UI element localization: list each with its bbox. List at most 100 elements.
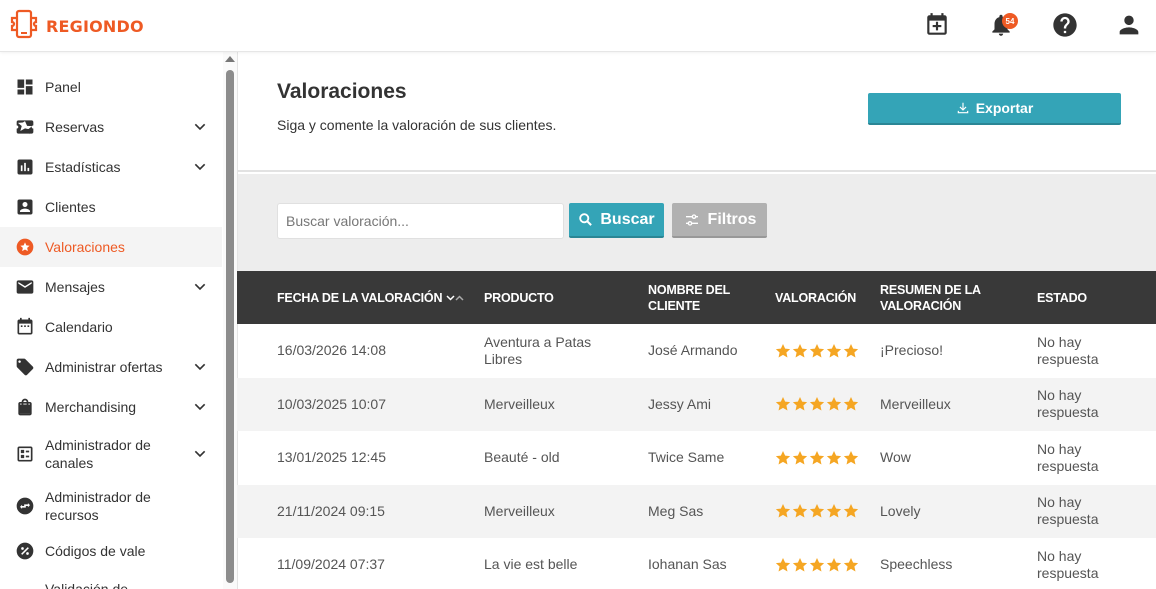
cell-cliente: Jessy Ami	[648, 395, 712, 412]
sidebar-item-administrador-de-canales[interactable]: Administrador de canales	[0, 427, 222, 481]
star-circle-icon	[15, 237, 35, 257]
table-row[interactable]: 13/01/2025 12:45 Beauté - old Twice Same Wo…	[237, 431, 1156, 484]
cell-producto: Merveilleux	[484, 502, 555, 519]
cell-valoracion	[775, 324, 875, 377]
star-icon	[792, 397, 808, 411]
sidebar-item-calendario[interactable]: Calendario	[0, 307, 222, 347]
shopping-bag-icon	[15, 397, 35, 417]
sidebar-item-label: Códigos de vale	[45, 543, 146, 559]
cell-producto: Beauté - old	[484, 449, 560, 465]
sidebar-item-label: Administrador de recursos	[45, 489, 151, 523]
star-icon	[775, 397, 791, 411]
chevron-down-icon[interactable]	[191, 445, 209, 463]
person-box-icon	[15, 197, 35, 217]
table-row[interactable]: 21/11/2024 09:15 Merveilleux Meg Sas Lovely…	[237, 484, 1156, 538]
sidebar-item-label: Merchandising	[45, 399, 137, 415]
star-icon	[843, 397, 859, 411]
sidebar-item-valoraciones[interactable]: Valoraciones	[0, 227, 222, 267]
star-icon	[809, 504, 825, 518]
sidebar-item-codigos-de-vale[interactable]: Códigos de vale	[0, 531, 222, 571]
sliders-icon	[683, 212, 701, 228]
cell-resumen: Merveilleux	[880, 395, 951, 412]
page-header: Valoraciones Siga y comente la valoració…	[238, 52, 1156, 172]
star-icon	[792, 504, 808, 518]
calendar-plus-icon[interactable]	[922, 10, 952, 40]
sidebar-item-reservas[interactable]: Reservas	[0, 107, 222, 147]
scroll-up-arrow-icon[interactable]	[225, 56, 235, 62]
sidebar-item-label: Administrador de canales	[45, 437, 151, 471]
star-icon	[792, 557, 808, 571]
tag-icon	[15, 357, 35, 377]
rating-stars	[775, 450, 859, 466]
notification-badge: 54	[1002, 13, 1018, 29]
star-icon	[792, 343, 808, 357]
cell-producto: La vie est belle	[484, 556, 578, 572]
star-icon	[826, 557, 842, 571]
column-resumen: Resumen de la valoración	[880, 282, 981, 313]
sidebar-item-administrador-de-recursos[interactable]: Administrador de recursos	[0, 481, 222, 531]
search-button[interactable]: Buscar	[569, 203, 664, 238]
sidebar-item-merchandising[interactable]: Merchandising	[0, 387, 222, 427]
cell-producto: Aventura a Patas Libres	[484, 333, 592, 367]
sidebar-scroll-thumb[interactable]	[226, 70, 234, 583]
sort-icon[interactable]	[446, 293, 466, 303]
star-icon	[826, 504, 842, 518]
column-fecha[interactable]: Fecha de la valoración	[277, 271, 477, 324]
sidebar-item-estadisticas[interactable]: Estadísticas	[0, 147, 222, 187]
sidebar-item-clientes[interactable]: Clientes	[0, 187, 222, 227]
table-row[interactable]: 16/03/2026 14:08 Aventura a Patas Libres J…	[237, 324, 1156, 377]
ticket-star-icon	[15, 117, 35, 137]
export-label: Exportar	[975, 100, 1034, 116]
sidebar-item-label: Calendario	[45, 319, 113, 335]
sidebar-item-administrar-ofertas[interactable]: Administrar ofertas	[0, 347, 222, 387]
chevron-down-icon[interactable]	[191, 158, 209, 176]
star-icon	[843, 504, 859, 518]
filters-button[interactable]: Filtros	[672, 203, 767, 238]
sidebar-item-label: Clientes	[45, 199, 96, 215]
dashboard-icon	[15, 77, 35, 97]
brand-name: REGIONDO	[46, 17, 144, 36]
cell-producto: Merveilleux	[484, 395, 555, 412]
user-icon[interactable]	[1114, 10, 1144, 40]
download-icon	[956, 101, 970, 115]
star-icon	[775, 504, 791, 518]
search-input[interactable]	[277, 203, 564, 239]
star-icon	[775, 343, 791, 357]
chevron-down-icon[interactable]	[191, 358, 209, 376]
cell-cliente: Iohanan Sas	[648, 556, 727, 572]
help-icon[interactable]	[1050, 10, 1080, 40]
bell-icon[interactable]: 54	[986, 10, 1018, 40]
sidebar-item-validacion[interactable]: Validación de	[0, 574, 222, 589]
cell-resumen: Lovely	[880, 502, 921, 519]
sidebar-item-label: Panel	[45, 79, 81, 95]
star-icon	[809, 557, 825, 571]
star-icon	[775, 450, 791, 464]
cell-estado: No hay respuesta	[1037, 387, 1099, 420]
table-row[interactable]: 11/09/2024 07:37 La vie est belle Iohanan …	[237, 538, 1156, 589]
sidebar-item-label: Administrar ofertas	[45, 359, 163, 375]
search-button-label: Buscar	[600, 210, 655, 228]
cell-estado: No hay respuesta	[1037, 333, 1099, 367]
page-subtitle: Siga y comente la valoración de sus clie…	[277, 117, 557, 133]
chevron-down-icon[interactable]	[191, 118, 209, 136]
sidebar-item-label: Estadísticas	[45, 159, 121, 175]
page-title: Valoraciones	[277, 80, 407, 103]
column-producto: Producto	[484, 290, 554, 305]
chevron-down-icon[interactable]	[191, 278, 209, 296]
star-icon	[826, 397, 842, 411]
cell-fecha: 21/11/2024 09:15	[277, 502, 385, 519]
export-button[interactable]: Exportar	[868, 93, 1121, 125]
table-row[interactable]: 10/03/2025 10:07 Merveilleux Jessy Ami Merv…	[237, 377, 1156, 431]
chevron-down-icon[interactable]	[191, 398, 209, 416]
sidebar-item-mensajes[interactable]: Mensajes	[0, 267, 222, 307]
channels-icon	[15, 444, 35, 464]
cell-valoracion	[775, 431, 875, 484]
cell-valoracion	[775, 485, 875, 538]
rating-stars	[775, 503, 859, 519]
rating-stars	[775, 343, 859, 359]
sidebar-item-panel[interactable]: Panel	[0, 67, 222, 107]
logo[interactable]: REGIONDO	[8, 8, 144, 45]
envelope-icon	[15, 277, 35, 297]
cell-estado: No hay respuesta	[1037, 494, 1099, 527]
rating-stars	[775, 396, 859, 412]
